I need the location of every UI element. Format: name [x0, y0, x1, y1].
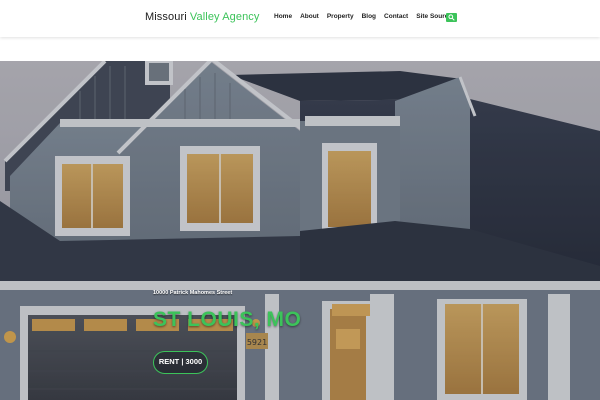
- logo-text-accent: Valley Agency: [189, 11, 260, 23]
- search-icon: [448, 14, 455, 21]
- nav-property[interactable]: Property: [327, 13, 354, 20]
- nav-about[interactable]: About: [300, 13, 319, 20]
- header-spacer: [0, 37, 600, 61]
- nav-home[interactable]: Home: [274, 13, 292, 20]
- nav-blog[interactable]: Blog: [362, 13, 376, 20]
- property-city: ST LOUIS, MO: [153, 308, 302, 331]
- main-nav: Home About Property Blog Contact Site So…: [274, 13, 452, 20]
- nav-contact[interactable]: Contact: [384, 13, 408, 20]
- house-photo: 5921: [0, 61, 600, 400]
- rent-button[interactable]: RENT | 3000: [153, 351, 208, 374]
- search-button[interactable]: [446, 13, 457, 22]
- site-header: Missouri Valley Agency Home About Proper…: [0, 0, 600, 37]
- property-address: 10000 Patrick Mahomes Street: [153, 290, 233, 296]
- logo-text-primary: Missouri: [145, 11, 187, 23]
- hero-banner: 5921 10000 Patrick Mahomes Street ST LOU…: [0, 61, 600, 400]
- site-logo[interactable]: Missouri Valley Agency: [145, 11, 260, 23]
